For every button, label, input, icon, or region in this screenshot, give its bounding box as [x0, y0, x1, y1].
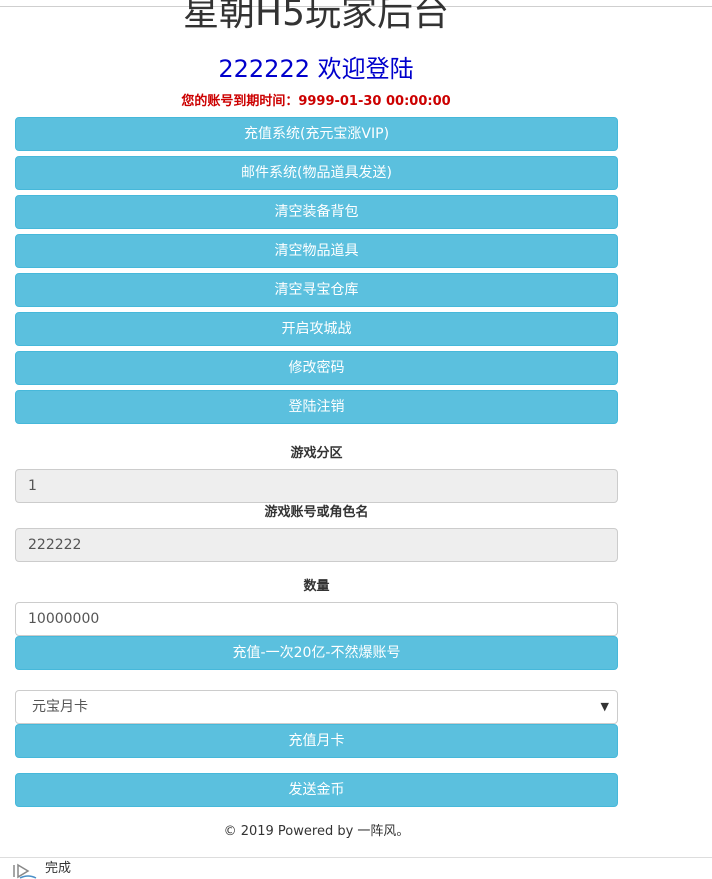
- send-gold-button[interactable]: 发送金币: [15, 773, 618, 807]
- page-loaded-icon: [13, 863, 37, 879]
- quantity-input[interactable]: 10000000: [15, 602, 618, 636]
- chevron-down-icon: ▼: [600, 700, 609, 713]
- clear-equipment-button[interactable]: 清空装备背包: [15, 195, 618, 229]
- page: 星朝H5玩家后台 222222 欢迎登陆 您的账号到期时间：9999-01-30…: [0, 0, 712, 879]
- recharge-submit-button[interactable]: 充值-一次20亿-不然爆账号: [15, 636, 618, 670]
- welcome-text: 222222 欢迎登陆: [218, 55, 414, 83]
- monthly-card-button[interactable]: 充值月卡: [15, 724, 618, 758]
- expire-text: 您的账号到期时间：9999-01-30 00:00:00: [181, 94, 451, 109]
- card-select-value: 元宝月卡: [32, 699, 88, 715]
- card-select[interactable]: 元宝月卡 ▼: [15, 690, 618, 724]
- change-password-button[interactable]: 修改密码: [15, 351, 618, 385]
- footer-text: © 2019 Powered by 一阵风。: [223, 824, 410, 839]
- recharge-system-button[interactable]: 充值系统(充元宝涨VIP): [15, 117, 618, 151]
- zone-label: 游戏分区: [290, 446, 343, 461]
- account-field[interactable]: 222222: [15, 528, 618, 562]
- quantity-label: 数量: [303, 579, 330, 594]
- clear-items-button[interactable]: 清空物品道具: [15, 234, 618, 268]
- siege-war-button[interactable]: 开启攻城战: [15, 312, 618, 346]
- mail-system-button[interactable]: 邮件系统(物品道具发送): [15, 156, 618, 190]
- zone-field[interactable]: 1: [15, 469, 618, 503]
- status-bar: 完成: [0, 857, 712, 879]
- status-text: 完成: [45, 861, 72, 876]
- account-label: 游戏账号或角色名: [264, 505, 369, 520]
- clear-treasure-button[interactable]: 清空寻宝仓库: [15, 273, 618, 307]
- logout-button[interactable]: 登陆注销: [15, 390, 618, 424]
- page-title: 星朝H5玩家后台: [183, 0, 449, 34]
